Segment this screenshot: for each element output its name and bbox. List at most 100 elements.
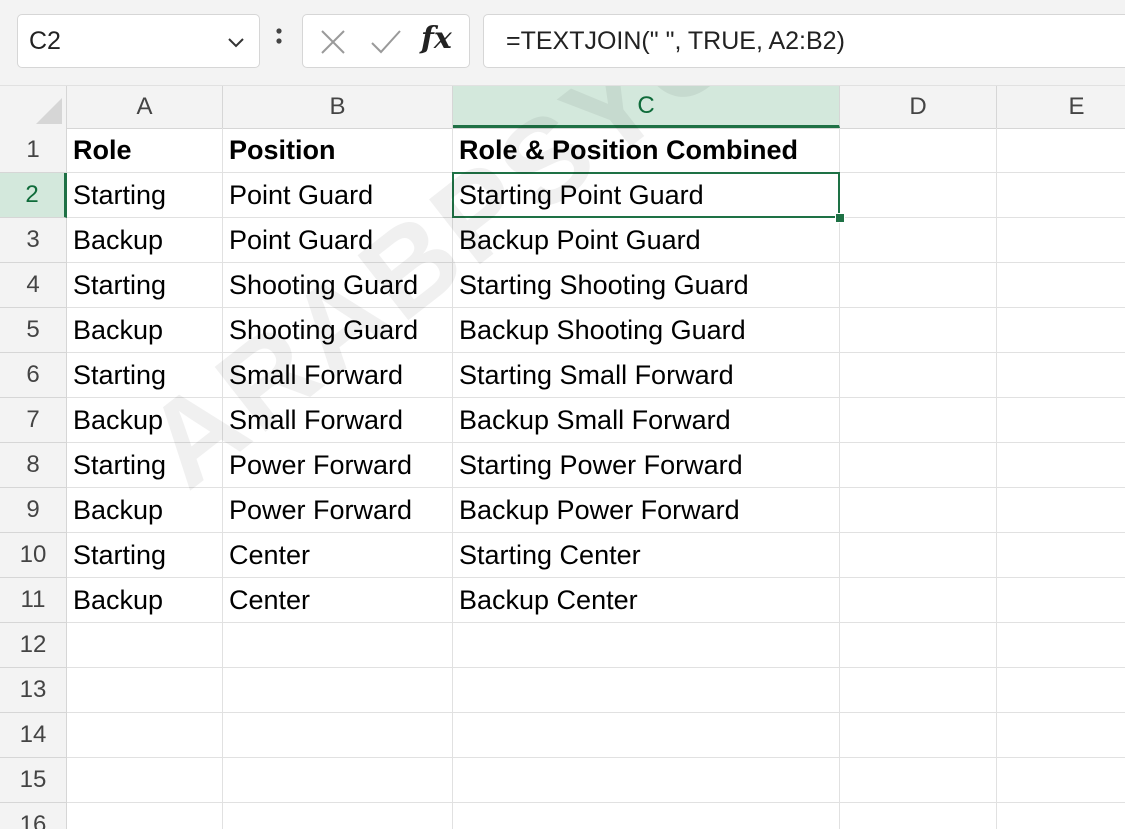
cell-c8[interactable]: Starting Power Forward xyxy=(453,443,840,488)
cell-d5[interactable] xyxy=(840,308,997,353)
column-header-c[interactable]: C xyxy=(453,86,840,128)
cell-e11[interactable] xyxy=(997,578,1125,623)
row-header-4[interactable]: 4 xyxy=(0,263,67,308)
cell-d15[interactable] xyxy=(840,758,997,803)
cell-a12[interactable] xyxy=(67,623,223,668)
cell-a4[interactable]: Starting xyxy=(67,263,223,308)
cancel-icon[interactable] xyxy=(319,28,347,56)
cell-e13[interactable] xyxy=(997,668,1125,713)
row-header-15[interactable]: 15 xyxy=(0,758,67,803)
cell-a9[interactable]: Backup xyxy=(67,488,223,533)
cell-e14[interactable] xyxy=(997,713,1125,758)
cell-a16[interactable] xyxy=(67,803,223,829)
cell-d14[interactable] xyxy=(840,713,997,758)
cell-d10[interactable] xyxy=(840,533,997,578)
row-header-14[interactable]: 14 xyxy=(0,713,67,758)
cell-e6[interactable] xyxy=(997,353,1125,398)
cell-d11[interactable] xyxy=(840,578,997,623)
cell-e12[interactable] xyxy=(997,623,1125,668)
cell-e9[interactable] xyxy=(997,488,1125,533)
fill-handle[interactable] xyxy=(835,213,845,223)
formula-input[interactable]: =TEXTJOIN(" ", TRUE, A2:B2) xyxy=(483,14,1125,68)
cell-c7[interactable]: Backup Small Forward xyxy=(453,398,840,443)
cell-e7[interactable] xyxy=(997,398,1125,443)
cell-d9[interactable] xyxy=(840,488,997,533)
row-header-1[interactable]: 1 xyxy=(0,128,67,173)
cell-b13[interactable] xyxy=(223,668,453,713)
cell-b10[interactable]: Center xyxy=(223,533,453,578)
column-header-b[interactable]: B xyxy=(223,86,453,128)
cell-c2[interactable]: Starting Point Guard xyxy=(453,173,840,218)
cell-b4[interactable]: Shooting Guard xyxy=(223,263,453,308)
cell-a13[interactable] xyxy=(67,668,223,713)
row-header-16[interactable]: 16 xyxy=(0,803,67,829)
cell-a8[interactable]: Starting xyxy=(67,443,223,488)
cell-c4[interactable]: Starting Shooting Guard xyxy=(453,263,840,308)
row-header-12[interactable]: 12 xyxy=(0,623,67,668)
column-header-a[interactable]: A xyxy=(67,86,223,128)
cell-a15[interactable] xyxy=(67,758,223,803)
select-all-corner[interactable] xyxy=(0,86,67,128)
cell-e15[interactable] xyxy=(997,758,1125,803)
row-header-9[interactable]: 9 xyxy=(0,488,67,533)
cell-c14[interactable] xyxy=(453,713,840,758)
cell-d16[interactable] xyxy=(840,803,997,829)
cell-c5[interactable]: Backup Shooting Guard xyxy=(453,308,840,353)
cell-c3[interactable]: Backup Point Guard xyxy=(453,218,840,263)
row-header-10[interactable]: 10 xyxy=(0,533,67,578)
cell-a14[interactable] xyxy=(67,713,223,758)
cell-c16[interactable] xyxy=(453,803,840,829)
cell-b9[interactable]: Power Forward xyxy=(223,488,453,533)
cell-b6[interactable]: Small Forward xyxy=(223,353,453,398)
cell-a5[interactable]: Backup xyxy=(67,308,223,353)
cell-d13[interactable] xyxy=(840,668,997,713)
cell-b14[interactable] xyxy=(223,713,453,758)
cell-c9[interactable]: Backup Power Forward xyxy=(453,488,840,533)
cell-e3[interactable] xyxy=(997,218,1125,263)
cell-e16[interactable] xyxy=(997,803,1125,829)
cell-b15[interactable] xyxy=(223,758,453,803)
cell-a3[interactable]: Backup xyxy=(67,218,223,263)
cell-d7[interactable] xyxy=(840,398,997,443)
chevron-down-icon[interactable] xyxy=(225,31,247,53)
cell-b1[interactable]: Position xyxy=(223,128,453,173)
cell-a2[interactable]: Starting xyxy=(67,173,223,218)
cell-b2[interactable]: Point Guard xyxy=(223,173,453,218)
cell-d4[interactable] xyxy=(840,263,997,308)
cell-d8[interactable] xyxy=(840,443,997,488)
cell-c15[interactable] xyxy=(453,758,840,803)
column-header-d[interactable]: D xyxy=(840,86,997,128)
row-header-3[interactable]: 3 xyxy=(0,218,67,263)
cell-d1[interactable] xyxy=(840,128,997,173)
cell-a11[interactable]: Backup xyxy=(67,578,223,623)
cell-d2[interactable] xyxy=(840,173,997,218)
cell-d12[interactable] xyxy=(840,623,997,668)
cell-a6[interactable]: Starting xyxy=(67,353,223,398)
cell-e8[interactable] xyxy=(997,443,1125,488)
insert-function-icon[interactable]: fx xyxy=(421,21,452,56)
cell-e2[interactable] xyxy=(997,173,1125,218)
cell-c6[interactable]: Starting Small Forward xyxy=(453,353,840,398)
row-header-13[interactable]: 13 xyxy=(0,668,67,713)
name-box[interactable]: C2 xyxy=(17,14,260,68)
cell-c13[interactable] xyxy=(453,668,840,713)
row-header-7[interactable]: 7 xyxy=(0,398,67,443)
cell-b5[interactable]: Shooting Guard xyxy=(223,308,453,353)
cell-c11[interactable]: Backup Center xyxy=(453,578,840,623)
cell-b3[interactable]: Point Guard xyxy=(223,218,453,263)
cell-b8[interactable]: Power Forward xyxy=(223,443,453,488)
row-header-5[interactable]: 5 xyxy=(0,308,67,353)
cell-c12[interactable] xyxy=(453,623,840,668)
cell-c1[interactable]: Role & Position Combined xyxy=(453,128,840,173)
cell-e4[interactable] xyxy=(997,263,1125,308)
cell-b11[interactable]: Center xyxy=(223,578,453,623)
enter-check-icon[interactable] xyxy=(369,28,403,56)
cell-e10[interactable] xyxy=(997,533,1125,578)
cell-a10[interactable]: Starting xyxy=(67,533,223,578)
cell-a7[interactable]: Backup xyxy=(67,398,223,443)
cell-d3[interactable] xyxy=(840,218,997,263)
cell-b12[interactable] xyxy=(223,623,453,668)
row-header-8[interactable]: 8 xyxy=(0,443,67,488)
cell-a1[interactable]: Role xyxy=(67,128,223,173)
cell-d6[interactable] xyxy=(840,353,997,398)
